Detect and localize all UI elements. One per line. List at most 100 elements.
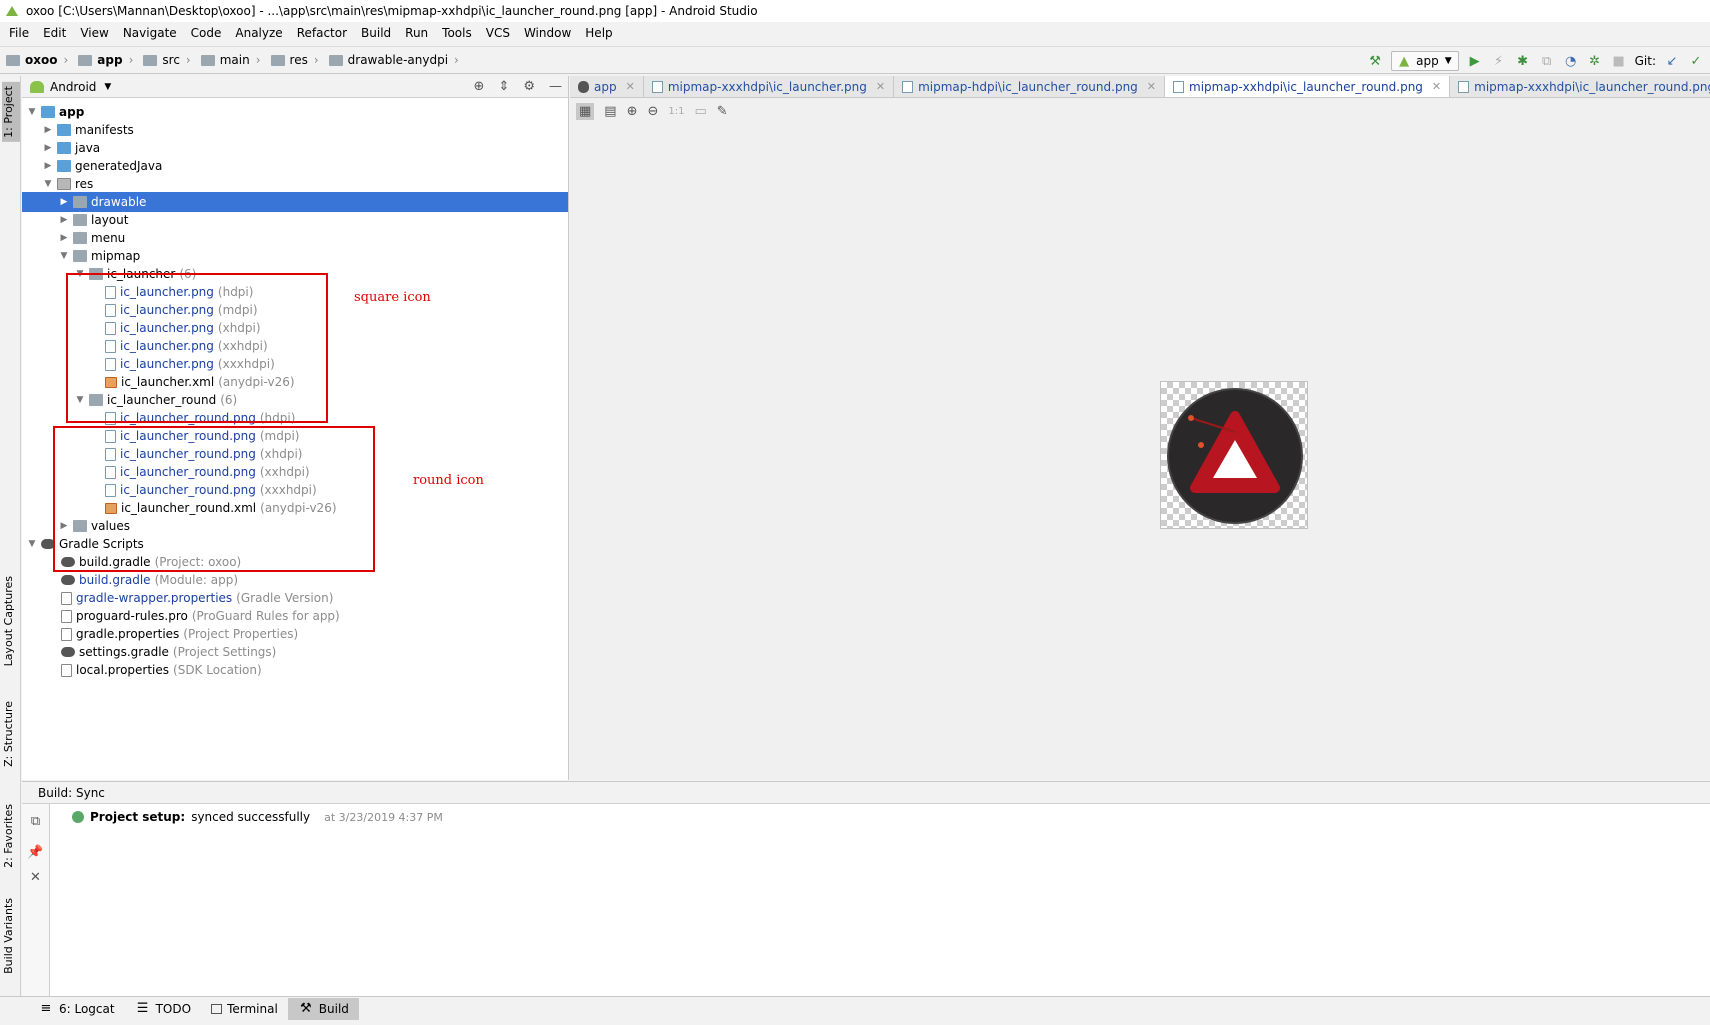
folder-icon [57, 160, 71, 172]
menu-run[interactable]: Run [398, 26, 435, 40]
close-icon[interactable]: ✕ [1432, 80, 1441, 93]
tree-node-generatedjava[interactable]: ▶ generatedJava [22, 156, 568, 176]
debug-icon[interactable]: ✱ [1515, 53, 1531, 69]
tab-layout-captures[interactable]: Layout Captures [2, 576, 15, 666]
breadcrumb-src[interactable]: src › [137, 53, 194, 67]
resource-folder-icon [57, 178, 71, 190]
menu-analyze[interactable]: Analyze [228, 26, 289, 40]
close-icon[interactable]: ✕ [626, 80, 635, 93]
square-icon-annotation: square icon [354, 290, 431, 305]
tree-node-drawable[interactable]: ▶ drawable [22, 192, 568, 212]
tab-favorites[interactable]: 2: Favorites [2, 804, 15, 868]
tab-mipmap-xxxhdpi-ic-launcher[interactable]: mipmap-xxxhdpi\ic_launcher.png ✕ [644, 76, 895, 97]
tree-file-local-properties[interactable]: local.properties (SDK Location) [22, 660, 568, 680]
fit-zoom-icon[interactable]: ▭ [695, 104, 707, 119]
menu-navigate[interactable]: Navigate [116, 26, 184, 40]
tree-file-gradle-wrapper-properties[interactable]: gradle-wrapper.properties (Gradle Version… [22, 588, 568, 608]
round-icon-highlight-box [53, 426, 375, 572]
folder-icon [73, 250, 87, 262]
success-icon [72, 811, 84, 823]
tab-build-variants[interactable]: Build Variants [2, 898, 15, 974]
tree-node-layout[interactable]: ▶ layout [22, 210, 568, 230]
tab-build[interactable]: ⚒ Build [287, 997, 359, 1020]
folder-icon [73, 214, 87, 226]
menu-refactor[interactable]: Refactor [290, 26, 354, 40]
launcher-round-icon-image [1167, 388, 1303, 524]
menu-code[interactable]: Code [184, 26, 229, 40]
close-icon[interactable]: ✕ [876, 80, 885, 93]
zoom-out-icon[interactable]: ⊖ [648, 104, 659, 119]
attach-debugger-icon[interactable]: ⧉ [1539, 53, 1555, 69]
tree-file-gradle-properties[interactable]: gradle.properties (Project Properties) [22, 624, 568, 644]
chevron-down-icon[interactable]: ▼ [104, 82, 111, 92]
pin-icon[interactable]: 📌 [22, 845, 49, 860]
run-icon[interactable]: ▶ [1467, 53, 1483, 69]
breadcrumb-app[interactable]: app › [72, 53, 137, 67]
restore-layout-icon[interactable]: ⧉ [22, 814, 49, 829]
folder-icon [143, 54, 158, 66]
profile-icon[interactable]: ◔ [1563, 53, 1579, 69]
hide-icon[interactable]: — [549, 79, 562, 94]
actual-size-button[interactable]: 1:1 [668, 106, 684, 117]
color-picker-icon[interactable]: ✎ [717, 104, 728, 119]
breadcrumb-res[interactable]: res › [265, 53, 323, 67]
tab-terminal[interactable]: Terminal [201, 998, 288, 1020]
tab-app[interactable]: app ✕ [570, 76, 644, 97]
breadcrumb-oxoo[interactable]: oxoo › [0, 53, 72, 67]
build-sync-tab[interactable]: Build: Sync [22, 782, 1710, 804]
project-view-selector[interactable]: Android [50, 80, 96, 94]
tab-structure[interactable]: Z: Structure [2, 701, 15, 767]
menu-help[interactable]: Help [578, 26, 619, 40]
tree-file-settings-gradle[interactable]: settings.gradle (Project Settings) [22, 642, 568, 662]
tree-node-res[interactable]: ▼ res [22, 174, 568, 194]
tab-todo[interactable]: ☰ TODO [125, 998, 201, 1020]
tab-mipmap-hdpi-ic-launcher-round[interactable]: mipmap-hdpi\ic_launcher_round.png ✕ [894, 76, 1166, 97]
menu-edit[interactable]: Edit [36, 26, 73, 40]
collapse-all-icon[interactable]: ⇕ [498, 79, 509, 94]
chevron-down-icon: ▼ [1444, 56, 1452, 66]
git-update-icon[interactable]: ↙ [1664, 53, 1680, 69]
folder-icon [200, 54, 215, 66]
tab-logcat[interactable]: ≡ 6: Logcat [28, 998, 125, 1020]
grid-toggle-icon[interactable]: ▤ [604, 104, 616, 119]
image-preview [1160, 381, 1308, 529]
close-icon[interactable]: ✕ [1147, 80, 1156, 93]
build-side-toolbar: ⧉ 📌 ✕ [22, 804, 50, 997]
run-configuration-select[interactable]: ▲ app ▼ [1391, 51, 1459, 71]
tab-mipmap-xxxhdpi-ic-launcher-round[interactable]: mipmap-xxxhdpi\ic_launcher_round.png✕ [1450, 76, 1710, 97]
tree-file-build-gradle-module[interactable]: build.gradle (Module: app) [22, 570, 568, 590]
breadcrumb-main[interactable]: main › [195, 53, 265, 67]
toolbar-right: ⚒ ▲ app ▼ ▶ ⚡ ✱ ⧉ ◔ ✲ ■ Git: ↙ ✓ [1367, 47, 1710, 75]
gradle-icon [61, 647, 75, 657]
properties-file-icon [61, 663, 72, 677]
menu-view[interactable]: View [73, 26, 115, 40]
chessboard-toggle-icon[interactable]: ▦ [576, 102, 595, 120]
locate-icon[interactable]: ⊕ [474, 79, 485, 94]
folder-icon [73, 232, 87, 244]
menu-build[interactable]: Build [354, 26, 398, 40]
image-file-icon [902, 80, 914, 93]
tree-node-menu[interactable]: ▶ menu [22, 228, 568, 248]
breadcrumb-drawable-anydpi[interactable]: drawable-anydpi › [323, 53, 463, 67]
build-sync-message[interactable]: Project setup: synced successfully at 3/… [72, 810, 443, 824]
menu-vcs[interactable]: VCS [479, 26, 517, 40]
tree-node-java[interactable]: ▶ java [22, 138, 568, 158]
close-icon[interactable]: ✕ [22, 870, 49, 885]
tree-node-manifests[interactable]: ▶ manifests [22, 120, 568, 140]
tree-node-app[interactable]: ▼ app [22, 102, 568, 122]
apply-changes-icon[interactable]: ⚡ [1491, 53, 1507, 69]
gear-icon[interactable]: ⚙ [523, 79, 535, 94]
hammer-build-icon[interactable]: ⚒ [1367, 53, 1383, 69]
tab-mipmap-xxhdpi-ic-launcher-round[interactable]: mipmap-xxhdpi\ic_launcher_round.png ✕ [1165, 76, 1451, 97]
stop-icon[interactable]: ■ [1611, 53, 1627, 69]
zoom-in-icon[interactable]: ⊕ [627, 104, 638, 119]
todo-icon: ☰ [136, 1001, 149, 1016]
menu-tools[interactable]: Tools [435, 26, 479, 40]
tree-node-mipmap[interactable]: ▼ mipmap [22, 246, 568, 266]
tree-file-proguard-rules[interactable]: proguard-rules.pro (ProGuard Rules for ap… [22, 606, 568, 626]
menu-window[interactable]: Window [517, 26, 578, 40]
tab-project[interactable]: 1: Project [2, 82, 20, 142]
coverage-icon[interactable]: ✲ [1587, 53, 1603, 69]
git-commit-icon[interactable]: ✓ [1688, 53, 1704, 69]
menu-file[interactable]: File [2, 26, 36, 40]
